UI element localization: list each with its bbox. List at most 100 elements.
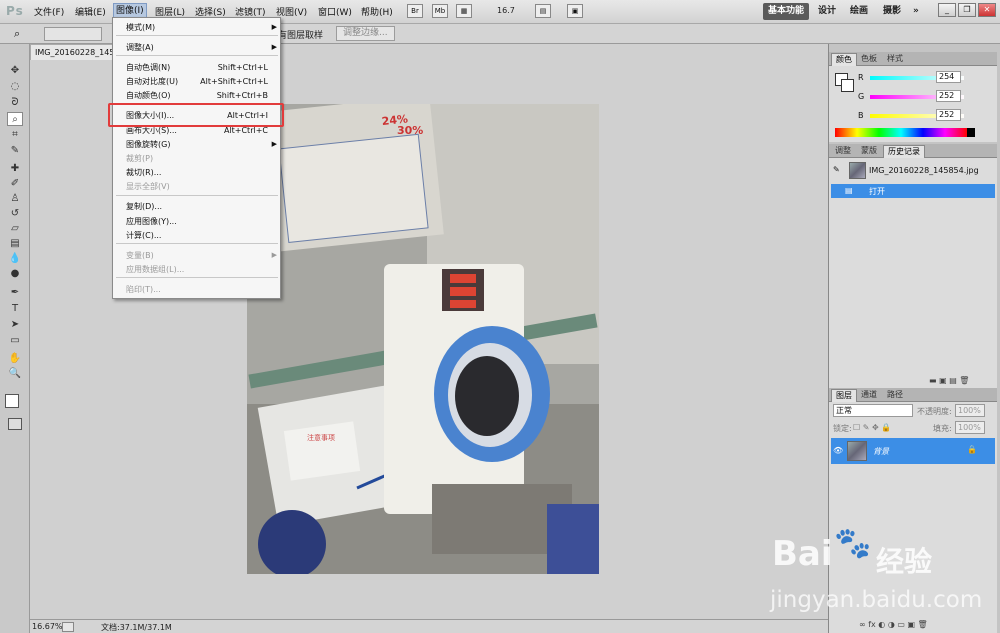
blend-mode-select[interactable]: 正常: [833, 404, 913, 417]
menu-help[interactable]: 帮助(H): [361, 5, 393, 18]
menu-window[interactable]: 窗口(W): [318, 5, 352, 18]
eyedropper-tool-icon[interactable]: ✎: [7, 144, 23, 158]
lasso-tool-icon[interactable]: ᘐ: [7, 96, 23, 110]
image-size-highlight: [108, 103, 284, 127]
eraser-tool-icon[interactable]: ▱: [7, 222, 23, 236]
menu-item-shortcut: Shift+Ctrl+L: [217, 63, 268, 72]
b-label: B: [858, 111, 864, 120]
dodge-tool-icon[interactable]: ●: [7, 267, 23, 281]
layers-footer-icons[interactable]: ∞ fx ◐ ◑ ▭ ▣ 🗑: [859, 620, 928, 629]
b-value[interactable]: 252: [936, 109, 961, 121]
brush-source-icon[interactable]: ✎: [833, 165, 840, 174]
opacity-input[interactable]: 100%: [955, 404, 985, 417]
workspace-design[interactable]: 设计: [813, 3, 841, 20]
workspace-essentials[interactable]: 基本功能: [763, 3, 810, 20]
g-label: G: [858, 92, 865, 101]
color-ramp[interactable]: [835, 128, 967, 137]
healing-brush-icon[interactable]: ✚: [7, 162, 23, 176]
restore-icon[interactable]: ❐: [958, 3, 976, 17]
tab-masks[interactable]: 蒙版: [857, 145, 881, 158]
menu-file[interactable]: 文件(F): [34, 5, 64, 18]
menu-item-label: 复制(D)...: [126, 202, 163, 211]
document-size: 文档:37.1M/37.1M: [101, 623, 172, 632]
minimize-icon[interactable]: _: [938, 3, 956, 17]
blur-tool-icon[interactable]: 💧: [7, 252, 23, 266]
shape-tool-icon[interactable]: ▭: [7, 334, 23, 348]
image-menu-item[interactable]: 模式(M) ▶: [126, 21, 277, 34]
eye-icon[interactable]: 👁: [833, 446, 843, 455]
zoom-tool-icon[interactable]: 🔍: [7, 367, 23, 381]
g-value[interactable]: 252: [936, 90, 961, 102]
workspace-photography[interactable]: 摄影: [878, 3, 906, 20]
lock-icons[interactable]: ☐ ✎ ✥ 🔒: [853, 423, 891, 432]
menu-item-label: 自动对比度(U): [126, 77, 179, 86]
menu-separator: [116, 195, 278, 196]
history-footer-icons[interactable]: ▬ ▣ ▤ 🗑: [929, 376, 969, 385]
move-tool-icon[interactable]: ✥: [7, 64, 23, 78]
history-snapshot-row[interactable]: ✎ IMG_20160228_145854.jpg: [831, 160, 995, 182]
image-menu-item[interactable]: 调整(A) ▶: [126, 41, 277, 54]
mini-bridge-icon[interactable]: Mb: [432, 4, 448, 18]
background-swatch[interactable]: [841, 79, 854, 92]
image-menu-item[interactable]: 自动对比度(U) Alt+Shift+Ctrl+L: [126, 75, 268, 88]
image-menu-item[interactable]: 计算(C)...: [126, 229, 268, 242]
close-icon[interactable]: ✕: [978, 3, 996, 17]
image-menu-item[interactable]: 裁切(R)...: [126, 166, 268, 179]
pen-tool-icon[interactable]: ✒: [7, 286, 23, 300]
menu-item-label: 陷印(T)...: [126, 285, 161, 294]
zoom-percent[interactable]: 16.67%: [32, 622, 63, 631]
menu-edit[interactable]: 编辑(E): [75, 5, 106, 18]
menu-item-label: 调整(A): [126, 43, 154, 52]
quick-select-tool-icon[interactable]: ⌕: [14, 27, 20, 41]
gradient-tool-icon[interactable]: ▤: [7, 237, 23, 251]
r-value[interactable]: 254: [936, 71, 961, 83]
image-menu-item[interactable]: 自动色调(N) Shift+Ctrl+L: [126, 61, 268, 74]
document-tab[interactable]: IMG_20160228_145: [30, 44, 120, 60]
type-tool-icon[interactable]: T: [7, 302, 23, 316]
history-panel-tabs: 调整 蒙版 历史记录: [829, 144, 997, 158]
image-menu-item[interactable]: 自动颜色(O) Shift+Ctrl+B: [126, 89, 268, 102]
status-info-icon[interactable]: [62, 622, 74, 632]
marquee-tool-icon[interactable]: ◌: [7, 80, 23, 94]
arrange-icon[interactable]: ▤: [535, 4, 551, 18]
stamp-tool-icon[interactable]: ♙: [7, 192, 23, 206]
image-menu-item[interactable]: 图像旋转(G) ▶: [126, 138, 277, 151]
crop-tool-icon[interactable]: ⌗: [7, 128, 23, 142]
image-menu-item[interactable]: 复制(D)...: [126, 200, 268, 213]
brush-tool-icon[interactable]: ✐: [7, 177, 23, 191]
tab-layers[interactable]: 图层: [831, 389, 857, 402]
bridge-icon[interactable]: Br: [407, 4, 423, 18]
selection-mode-icons[interactable]: [44, 27, 102, 41]
image-menu-item[interactable]: 应用图像(Y)...: [126, 215, 268, 228]
path-select-icon[interactable]: ➤: [7, 318, 23, 332]
poster-note: 注意事项: [307, 433, 335, 442]
foreground-color-swatch[interactable]: [5, 394, 19, 408]
tab-adjustments[interactable]: 调整: [831, 145, 855, 158]
tab-swatches[interactable]: 色板: [857, 53, 881, 66]
screen-mode-icon[interactable]: ▣: [567, 4, 583, 18]
status-bar: 16.67% 文档:37.1M/37.1M: [30, 619, 828, 633]
tab-channels[interactable]: 通道: [857, 389, 881, 402]
fill-input[interactable]: 100%: [955, 421, 985, 434]
lock-icon: 🔒: [967, 445, 977, 454]
snapshot-name: IMG_20160228_145854.jpg: [869, 166, 979, 175]
tab-paths[interactable]: 路径: [883, 389, 907, 402]
zoom-level[interactable]: 16.7: [497, 6, 515, 15]
quick-mask-icon[interactable]: [8, 418, 22, 430]
tab-history[interactable]: 历史记录: [883, 145, 925, 158]
canvas-image[interactable]: 24% 30% 注意事项: [247, 104, 599, 574]
layer-name[interactable]: 背景: [873, 446, 889, 457]
black-swatch[interactable]: [967, 128, 975, 137]
workspace-painting[interactable]: 绘画: [845, 3, 873, 20]
quick-selection-tool-icon[interactable]: ⌕: [7, 112, 23, 126]
hand-tool-icon[interactable]: ✋: [7, 352, 23, 366]
history-state-open[interactable]: ▤ 打开: [831, 184, 995, 198]
tab-color[interactable]: 颜色: [831, 53, 857, 66]
extras-icon[interactable]: ▦: [456, 4, 472, 18]
workspace-more-icon[interactable]: »: [908, 3, 924, 20]
history-brush-icon[interactable]: ↺: [7, 207, 23, 221]
refine-edge-button[interactable]: 调整边缘...: [336, 26, 395, 41]
sample-all-layers-label[interactable]: 有图层取样: [278, 28, 323, 41]
layer-row-background[interactable]: 👁 背景 🔒: [831, 438, 995, 464]
tab-styles[interactable]: 样式: [883, 53, 907, 66]
